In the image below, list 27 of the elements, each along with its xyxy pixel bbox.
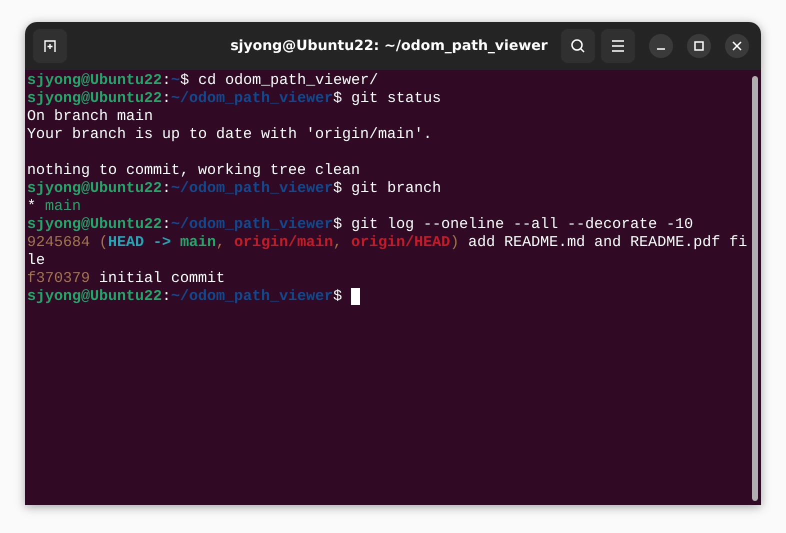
- menu-icon: [611, 40, 625, 52]
- terminal-line: f370379 initial commit: [27, 270, 226, 287]
- search-button[interactable]: [561, 29, 595, 63]
- terminal-line: nothing to commit, working tree clean: [27, 162, 360, 179]
- close-icon: [732, 41, 742, 51]
- minimize-icon: [657, 48, 665, 50]
- scrollbar[interactable]: [752, 76, 758, 501]
- terminal-line: sjyong@Ubuntu22:~/odom_path_viewer$: [27, 288, 344, 305]
- terminal-line: sjyong@Ubuntu22:~/odom_path_viewer$ git log --oneline --all --decorate -10: [27, 216, 694, 233]
- terminal-line: sjyong@Ubuntu22:~/odom_path_viewer$ git status: [27, 90, 442, 107]
- terminal-line: * main: [27, 198, 82, 215]
- minimize-button[interactable]: [649, 34, 673, 58]
- menu-button[interactable]: [601, 29, 635, 63]
- close-button[interactable]: [725, 34, 749, 58]
- terminal-line: sjyong@Ubuntu22:~$ cd odom_path_viewer/: [27, 72, 378, 89]
- window-title: sjyong@Ubuntu22: ~/odom_path_viewer: [229, 38, 549, 54]
- terminal-line: 9245684 (HEAD -> main, origin/main, origin/HEAD) add README.md and README.pdf fi: [27, 234, 748, 251]
- terminal-line: sjyong@Ubuntu22:~/odom_path_viewer$ git branch: [27, 180, 442, 197]
- new-tab-button[interactable]: [33, 29, 67, 63]
- cursor: [351, 288, 360, 305]
- maximize-button[interactable]: [687, 34, 711, 58]
- terminal-line: Your branch is up to date with 'origin/main'.: [27, 126, 432, 143]
- maximize-icon: [694, 41, 704, 51]
- terminal-line: le: [27, 252, 46, 269]
- new-tab-icon: [42, 38, 58, 54]
- terminal-line: On branch main: [27, 108, 154, 125]
- search-icon: [570, 38, 586, 54]
